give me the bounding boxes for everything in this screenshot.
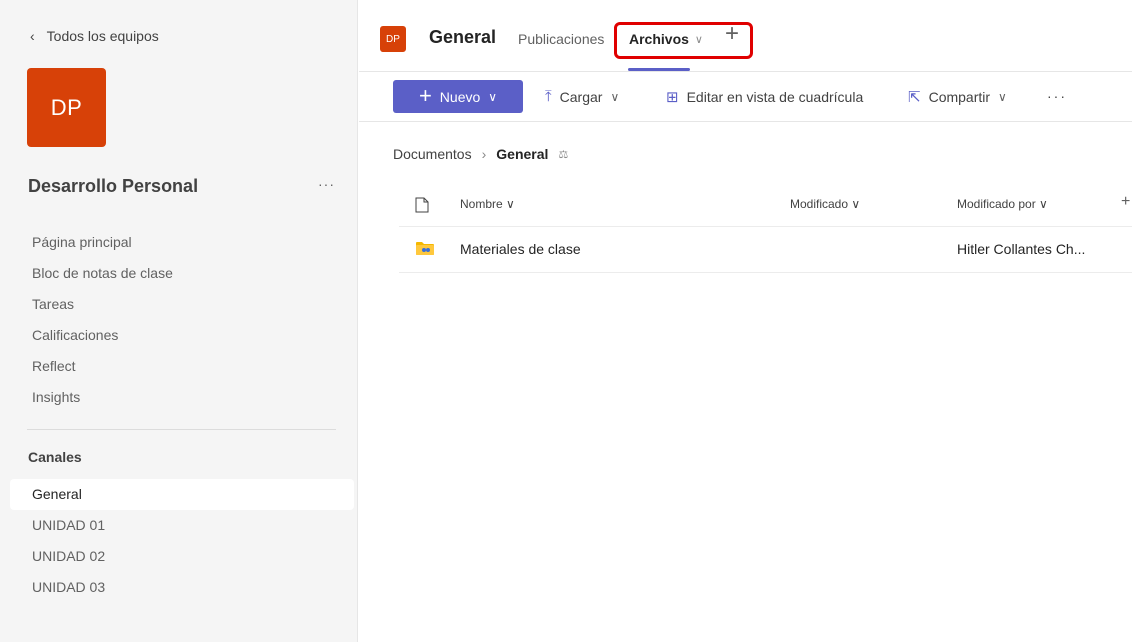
- file-type-column-icon[interactable]: [415, 197, 429, 216]
- channel-avatar: DP: [380, 26, 406, 52]
- file-list: Nombre ∨ Modificado ∨ Modificado por ∨ +…: [399, 184, 1132, 273]
- channel-item-general[interactable]: General: [10, 479, 354, 510]
- channel-header: DP General Publicaciones Archivos ∨ +: [359, 0, 1132, 72]
- active-tab-indicator: [628, 68, 690, 71]
- nav-item-class-notebook[interactable]: Bloc de notas de clase: [32, 263, 173, 294]
- file-row[interactable]: Materiales de clase Hitler Collantes Ch.…: [399, 227, 1132, 273]
- share-icon: ⇱: [908, 89, 921, 106]
- new-button-label: Nuevo: [439, 88, 481, 105]
- sidebar-divider: [27, 429, 336, 430]
- file-list-header: Nombre ∨ Modificado ∨ Modificado por ∨ +: [399, 184, 1132, 227]
- channel-title: General: [429, 27, 497, 47]
- upload-label: Cargar: [559, 88, 603, 105]
- channels-heading: Canales: [28, 449, 82, 465]
- files-toolbar: + Nuevo ∨ ⤒ Cargar ∨ ⊞ Editar en vista d…: [359, 72, 1132, 122]
- breadcrumb-separator-icon: ›: [481, 146, 487, 162]
- share-button[interactable]: ⇱ Compartir ∨: [908, 88, 1007, 106]
- chevron-down-icon: ∨: [998, 90, 1007, 104]
- new-button[interactable]: + Nuevo ∨: [393, 80, 523, 113]
- chevron-down-icon: ∨: [610, 89, 620, 104]
- breadcrumb: Documentos › General ⚖: [393, 146, 568, 162]
- members-icon[interactable]: ⚖: [558, 148, 568, 161]
- channel-item-unidad-03[interactable]: UNIDAD 03: [10, 572, 354, 603]
- nav-item-assignments[interactable]: Tareas: [32, 294, 173, 325]
- team-more-options-icon[interactable]: ···: [318, 176, 335, 192]
- chevron-left-icon: ‹: [30, 28, 35, 44]
- team-sidebar: ‹ Todos los equipos DP Desarrollo Person…: [0, 0, 358, 642]
- back-to-teams-link[interactable]: ‹ Todos los equipos: [30, 28, 159, 44]
- channel-item-unidad-02[interactable]: UNIDAD 02: [10, 541, 354, 572]
- team-avatar[interactable]: DP: [27, 68, 106, 147]
- file-modified-by: Hitler Collantes Ch...: [957, 241, 1086, 257]
- column-header-modified[interactable]: Modificado ∨: [790, 197, 860, 211]
- breadcrumb-root[interactable]: Documentos: [393, 146, 472, 162]
- breadcrumb-current: General: [496, 146, 549, 162]
- nav-item-insights[interactable]: Insights: [32, 387, 173, 418]
- highlight-annotation-box: [614, 22, 753, 59]
- nav-item-home[interactable]: Página principal: [32, 232, 173, 263]
- channel-list: General UNIDAD 01 UNIDAD 02 UNIDAD 03: [10, 479, 354, 603]
- file-name[interactable]: Materiales de clase: [460, 241, 581, 257]
- tab-posts[interactable]: Publicaciones: [518, 31, 604, 47]
- chevron-down-icon: ∨: [488, 89, 498, 104]
- upload-arrow-icon: ⤒: [545, 88, 552, 105]
- nav-item-reflect[interactable]: Reflect: [32, 356, 173, 387]
- team-nav-list: Página principal Bloc de notas de clase …: [32, 232, 173, 418]
- folder-icon: [416, 241, 434, 255]
- edit-grid-view-button[interactable]: ⊞ Editar en vista de cuadrícula: [666, 88, 863, 106]
- add-column-plus-icon[interactable]: +: [1121, 193, 1130, 211]
- channel-main: DP General Publicaciones Archivos ∨ + + …: [359, 0, 1132, 642]
- toolbar-more-options-icon[interactable]: ···: [1047, 88, 1067, 104]
- share-label: Compartir: [928, 89, 991, 105]
- column-header-name[interactable]: Nombre ∨: [460, 197, 515, 211]
- nav-item-grades[interactable]: Calificaciones: [32, 325, 173, 356]
- edit-grid-label: Editar en vista de cuadrícula: [686, 89, 864, 105]
- team-name: Desarrollo Personal: [28, 176, 199, 196]
- channel-item-unidad-01[interactable]: UNIDAD 01: [10, 510, 354, 541]
- upload-button[interactable]: ⤒ Cargar ∨: [545, 88, 619, 105]
- grid-table-icon: ⊞: [666, 89, 679, 106]
- back-link-label: Todos los equipos: [46, 28, 159, 44]
- plus-icon: +: [418, 82, 432, 108]
- column-header-modified-by[interactable]: Modificado por ∨: [957, 197, 1048, 211]
